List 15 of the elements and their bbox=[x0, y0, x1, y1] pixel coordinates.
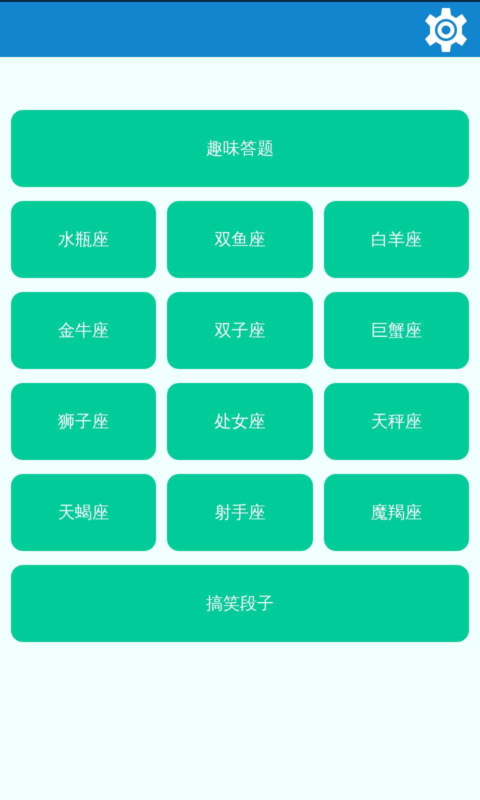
zodiac-button[interactable]: 巨蟹座 bbox=[324, 292, 469, 369]
zodiac-button[interactable]: 狮子座 bbox=[11, 383, 156, 460]
jokes-button[interactable]: 搞笑段子 bbox=[11, 565, 469, 642]
zodiac-button[interactable]: 双鱼座 bbox=[167, 201, 313, 278]
zodiac-button[interactable]: 水瓶座 bbox=[11, 201, 156, 278]
zodiac-button[interactable]: 射手座 bbox=[167, 474, 313, 551]
zodiac-button[interactable]: 魔羯座 bbox=[324, 474, 469, 551]
quiz-button[interactable]: 趣味答题 bbox=[11, 110, 469, 187]
zodiac-button[interactable]: 金牛座 bbox=[11, 292, 156, 369]
zodiac-button[interactable]: 双子座 bbox=[167, 292, 313, 369]
zodiac-button[interactable]: 天秤座 bbox=[324, 383, 469, 460]
zodiac-button[interactable]: 处女座 bbox=[167, 383, 313, 460]
zodiac-button[interactable]: 天蝎座 bbox=[11, 474, 156, 551]
settings-icon[interactable] bbox=[422, 6, 470, 54]
zodiac-button[interactable]: 白羊座 bbox=[324, 201, 469, 278]
